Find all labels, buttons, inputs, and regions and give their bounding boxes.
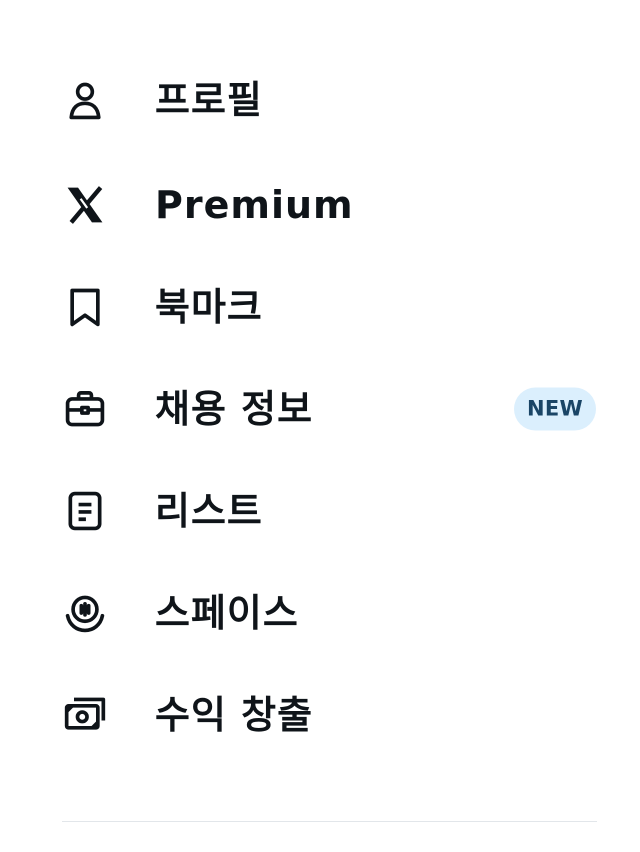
menu-item-lists[interactable]: 리스트 [0, 463, 640, 559]
person-icon [62, 77, 108, 123]
menu-item-label: 리스트 [155, 489, 263, 533]
menu-item-label: Premium [155, 183, 354, 227]
menu-item-jobs[interactable]: 채용 정보 NEW [0, 361, 640, 457]
menu-item-bookmarks[interactable]: 북마크 [0, 259, 640, 355]
bookmark-icon [62, 284, 108, 330]
menu-item-label: 채용 정보 [155, 387, 314, 431]
menu-item-premium[interactable]: Premium [0, 157, 640, 253]
menu-item-label: 프로필 [155, 78, 263, 122]
new-badge: NEW [514, 387, 596, 431]
menu-item-monetization[interactable]: 수익 창출 [0, 667, 640, 763]
menu-item-profile[interactable]: 프로필 [0, 52, 640, 148]
divider [62, 821, 597, 822]
list-icon [62, 488, 108, 534]
money-icon [62, 692, 108, 738]
menu-item-label: 수익 창출 [155, 693, 314, 737]
briefcase-icon [62, 386, 108, 432]
menu-item-label: 스페이스 [155, 591, 299, 635]
menu-item-spaces[interactable]: 스페이스 [0, 565, 640, 661]
menu-item-label: 북마크 [155, 285, 263, 329]
spaces-icon [62, 590, 108, 636]
x-logo-icon [62, 182, 108, 228]
